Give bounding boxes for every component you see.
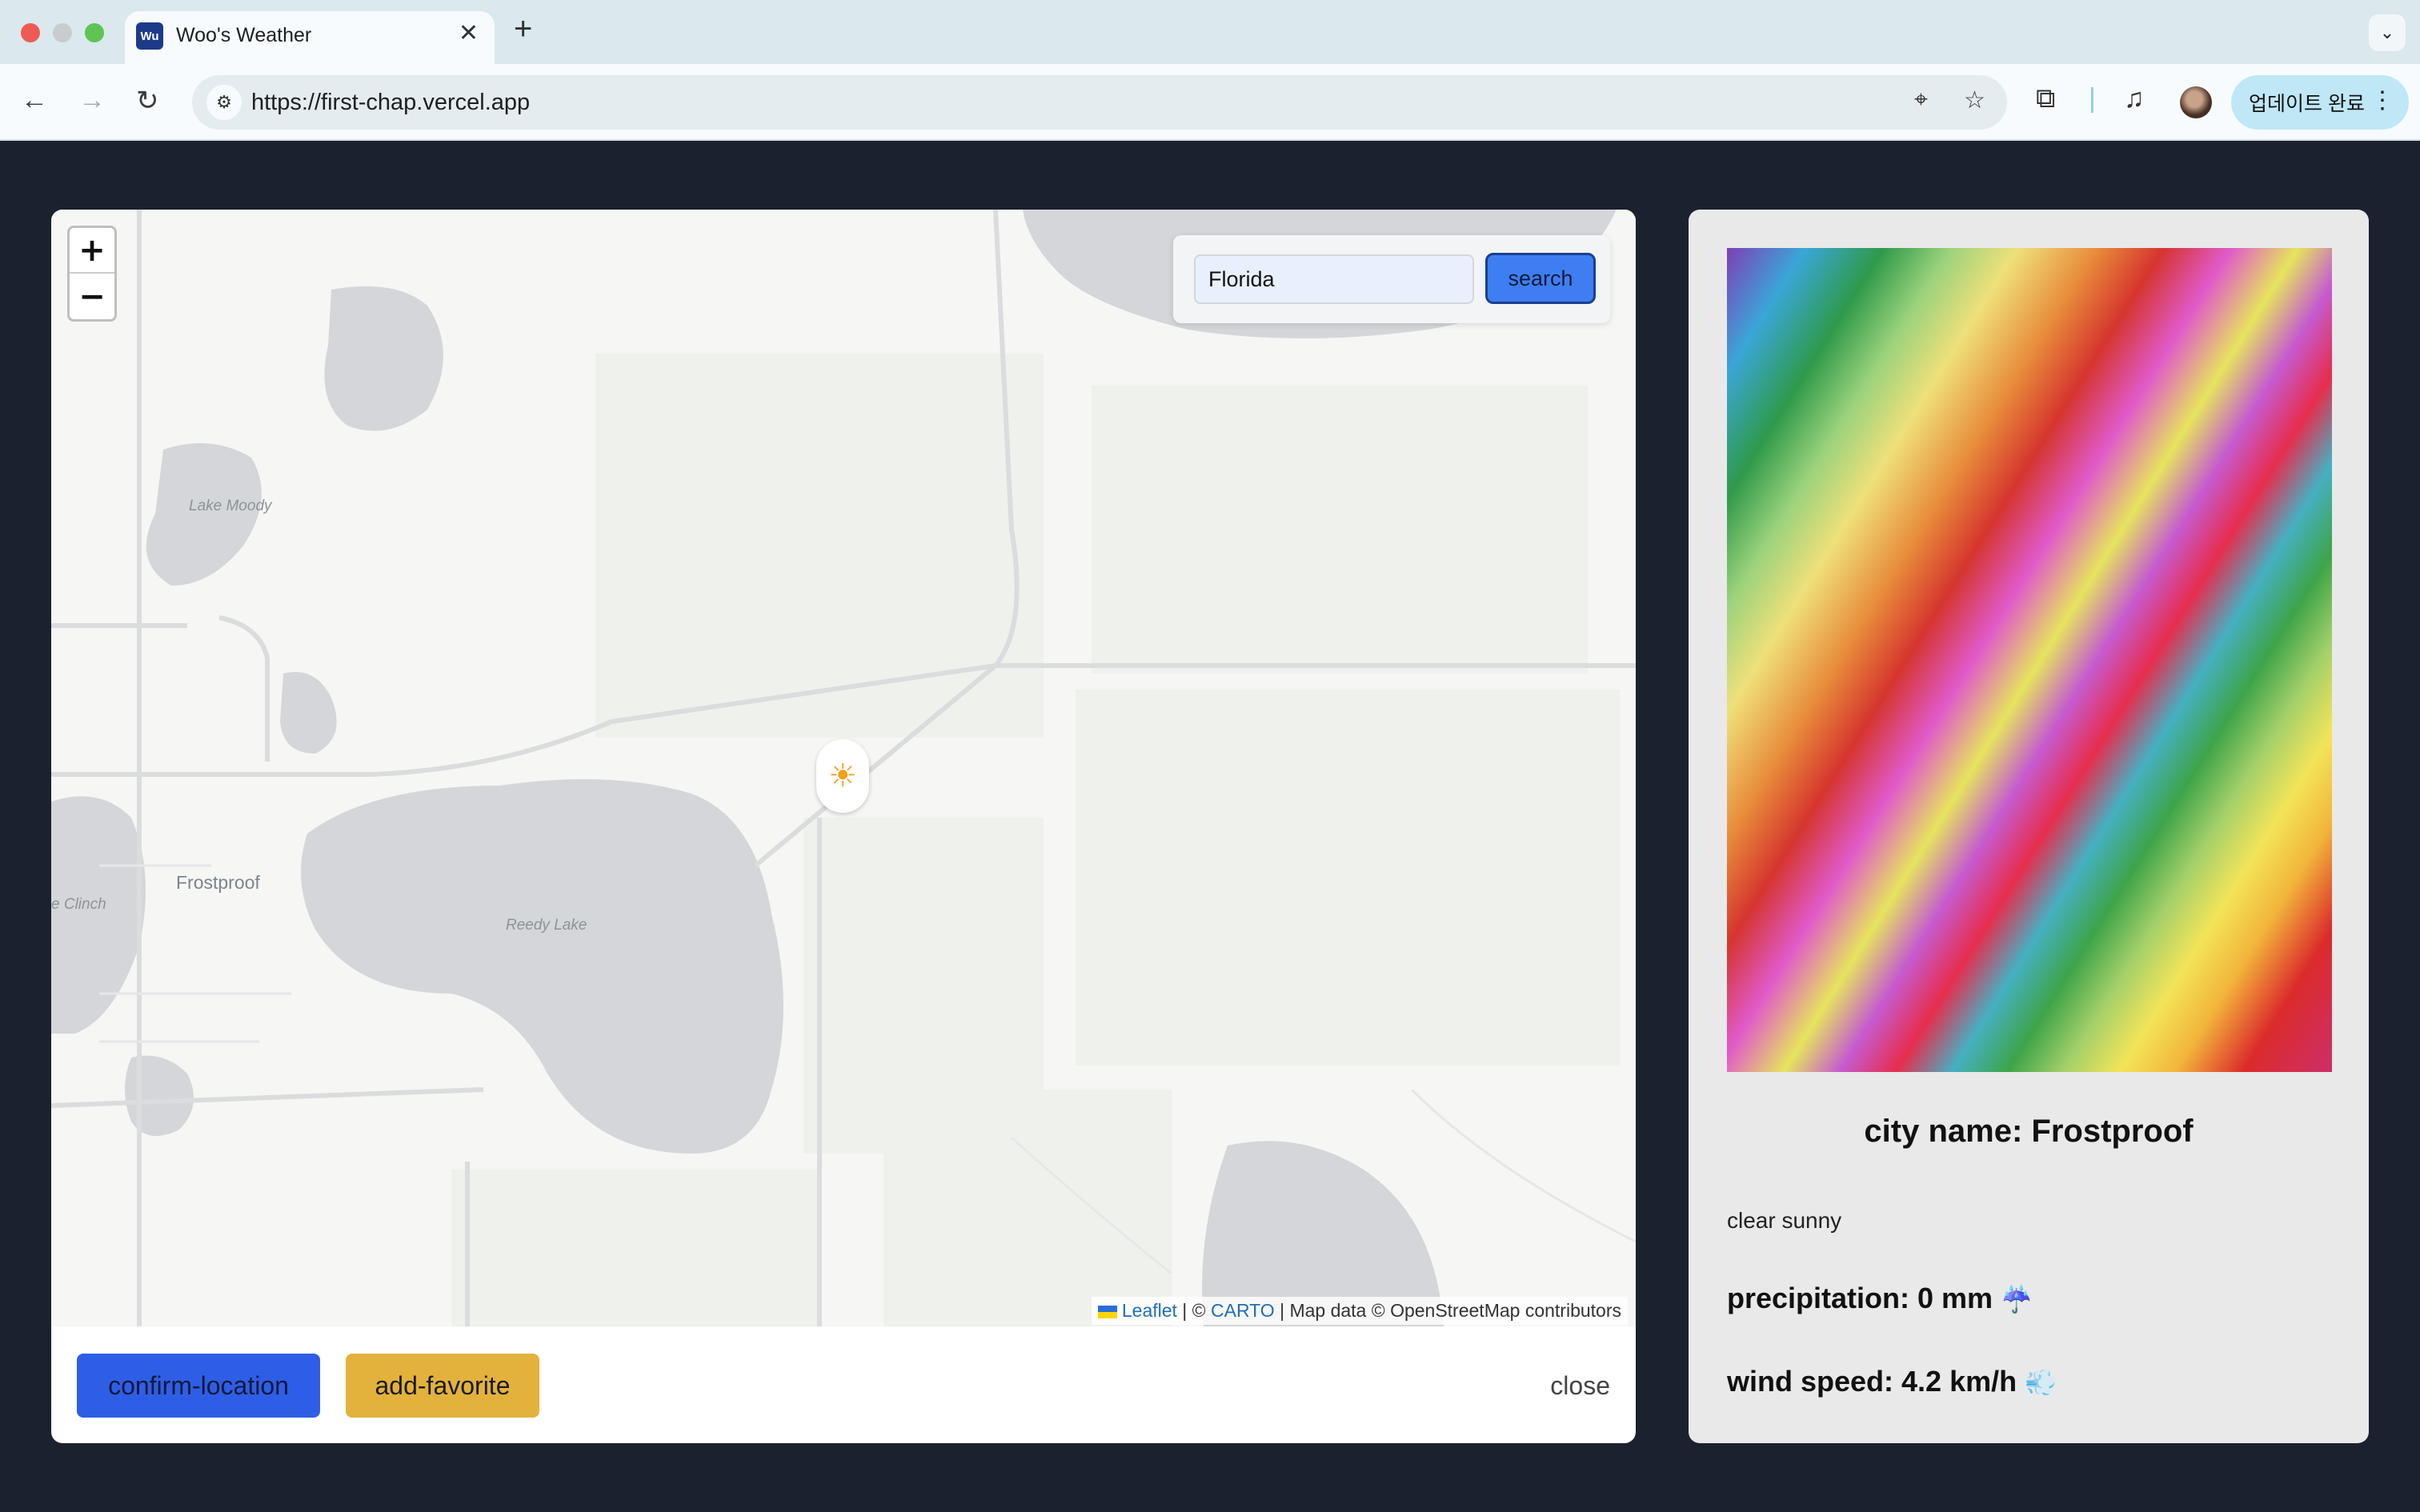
weather-description: clear sunny: [1727, 1208, 1842, 1233]
sun-icon[interactable]: ☀: [816, 739, 869, 813]
attribution-text: | Map data © OpenStreetMap contributors: [1274, 1300, 1621, 1321]
site-favicon-icon: Wu: [136, 22, 163, 50]
precipitation-row: precipitation: 0 mm ☔: [1727, 1282, 2033, 1315]
map-label: Reedy Lake: [506, 917, 587, 934]
browser-toolbar: ← → ↻ ⚙ https://first-chap.vercel.app ⌖ …: [0, 64, 2420, 141]
reload-button[interactable]: ↻: [136, 85, 159, 117]
weather-image: [1727, 248, 2332, 1072]
zoom-control: + −: [67, 226, 117, 322]
search-panel: search: [1173, 235, 1610, 323]
tab-title: Woo's Weather: [176, 24, 312, 46]
map-view[interactable]: Lake Moody Frostproof e Clinch Reedy Lak…: [51, 210, 1636, 1326]
minimize-window-button[interactable]: [53, 23, 72, 42]
new-tab-button[interactable]: +: [514, 11, 532, 47]
wind-row: wind speed: 4.2 km/h 💨: [1727, 1365, 2057, 1398]
map-label: e Clinch: [51, 896, 106, 913]
search-button[interactable]: search: [1485, 253, 1596, 304]
profile-avatar[interactable]: [2180, 86, 2212, 118]
toolbar-divider: |: [2089, 83, 2096, 114]
address-bar[interactable]: ⚙ https://first-chap.vercel.app ⌖ ☆: [192, 75, 2007, 130]
zoom-in-button[interactable]: +: [70, 228, 114, 274]
media-controls-icon[interactable]: ♫: [2124, 83, 2145, 114]
wind-text: wind speed: 4.2 km/h: [1727, 1365, 2017, 1398]
forward-button[interactable]: →: [78, 85, 106, 116]
search-input[interactable]: [1194, 254, 1474, 304]
zoom-out-button[interactable]: −: [70, 274, 114, 319]
attribution-separator: | ©: [1176, 1300, 1212, 1321]
ukraine-flag-icon: [1097, 1305, 1117, 1318]
site-settings-icon[interactable]: ⚙: [206, 85, 242, 120]
close-button[interactable]: close: [1550, 1371, 1610, 1401]
extensions-icon[interactable]: ⧉: [2036, 83, 2055, 114]
update-label: 업데이트 완료: [2249, 93, 2365, 115]
weather-info-panel: city name: Frostproof clear sunny precip…: [1689, 210, 2369, 1443]
tab-search-button[interactable]: ⌄: [2369, 14, 2406, 51]
precipitation-text: precipitation: 0 mm: [1727, 1282, 1993, 1314]
map-label: Lake Moody: [189, 498, 272, 514]
browser-tab-strip: Wu Woo's Weather ✕ + ⌄: [0, 0, 2420, 67]
map-panel: Lake Moody Frostproof e Clinch Reedy Lak…: [51, 210, 1636, 1443]
wind-icon: 💨: [2025, 1368, 2057, 1397]
tab-close-icon[interactable]: ✕: [459, 19, 479, 47]
leaflet-link[interactable]: Leaflet: [1122, 1300, 1177, 1321]
location-pin-icon[interactable]: ⌖: [1914, 86, 1928, 114]
more-menu-icon[interactable]: ⋮: [2370, 86, 2394, 114]
confirm-location-button[interactable]: confirm-location: [77, 1354, 320, 1418]
bookmark-star-icon[interactable]: ☆: [1964, 86, 1985, 114]
browser-tab[interactable]: Wu Woo's Weather ✕: [125, 11, 495, 67]
url-text[interactable]: https://first-chap.vercel.app: [251, 90, 530, 116]
maximize-window-button[interactable]: [85, 23, 104, 42]
back-button[interactable]: ←: [21, 85, 48, 116]
city-name: city name: Frostproof: [1864, 1114, 2194, 1149]
close-window-button[interactable]: [21, 23, 40, 42]
update-button[interactable]: 업데이트 완료 ⋮: [2231, 75, 2409, 130]
map-attribution: Leaflet | © CARTO | Map data © OpenStree…: [1091, 1297, 1628, 1325]
add-favorite-button[interactable]: add-favorite: [346, 1354, 539, 1418]
map-label: Frostproof: [176, 872, 260, 893]
carto-link[interactable]: CARTO: [1211, 1300, 1275, 1321]
umbrella-icon: ☔: [2001, 1285, 2033, 1314]
